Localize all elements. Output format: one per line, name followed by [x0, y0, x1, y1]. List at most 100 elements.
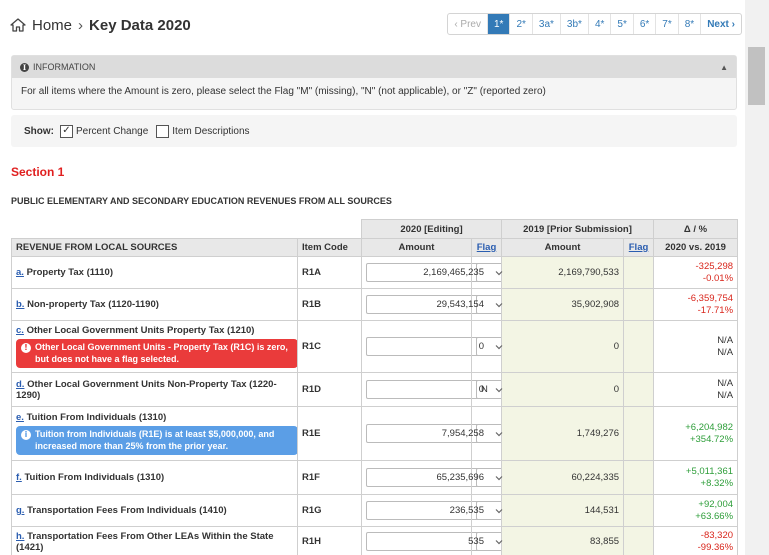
prior-flag: [623, 320, 655, 373]
item-name-cell: b. Non-property Tax (1120-1190): [11, 288, 298, 321]
percent-change-checkbox[interactable]: ✓: [60, 124, 73, 138]
delta-percent: N/A: [717, 346, 734, 358]
information-text: For all items where the Amount is zero, …: [21, 86, 546, 97]
pager-page-5[interactable]: 5*: [610, 14, 632, 34]
amount-cell: 236,535: [361, 494, 490, 527]
item-key-link[interactable]: c.: [16, 325, 24, 336]
prior-amount: 0: [501, 320, 625, 373]
pager-page-3a[interactable]: 3a*: [531, 14, 560, 34]
item-descriptions-label: Item Descriptions: [172, 125, 250, 137]
prior-flag: [623, 526, 655, 555]
pager-page-3b[interactable]: 3b*: [559, 14, 588, 34]
pager-page-4[interactable]: 4*: [587, 14, 610, 34]
delta-percent: +63.66%: [695, 510, 734, 522]
home-icon[interactable]: [10, 18, 26, 32]
item-key-link[interactable]: h.: [16, 531, 24, 542]
information-panel-header[interactable]: i INFORMATION ▲: [12, 56, 736, 78]
item-name-cell: e. Tuition From Individuals (1310) i Tui…: [11, 406, 298, 461]
prior-amount: 60,224,335: [501, 460, 625, 495]
group-header-current: 2020 [Editing]: [360, 219, 503, 239]
column-header-amount: Amount: [361, 238, 472, 257]
pager-page-2[interactable]: 2*: [509, 14, 531, 34]
item-code: R1D: [297, 372, 362, 407]
pager-page-8[interactable]: 8*: [677, 14, 700, 34]
prior-amount: 0: [501, 372, 625, 407]
pager-page-6[interactable]: 6*: [632, 14, 655, 34]
item-code: R1A: [297, 256, 362, 289]
breadcrumb-current: Key Data 2020: [89, 16, 191, 34]
show-options-bar: Show: ✓ Percent Change Item Descriptions: [11, 115, 737, 147]
scrollbar-thumb[interactable]: [748, 47, 765, 105]
item-name: Transportation Fees From Other LEAs With…: [16, 530, 274, 553]
prior-amount: 144,531: [501, 494, 625, 527]
item-key-link[interactable]: f.: [16, 472, 22, 483]
pagination: ‹ Prev 1* 2* 3a* 3b* 4* 5* 6* 7* 8* Next…: [447, 13, 742, 35]
column-header-flag[interactable]: Flag: [470, 238, 503, 257]
item-code: R1E: [297, 406, 362, 461]
item-key-link[interactable]: b.: [16, 299, 24, 310]
delta-cell: -6,359,754 -17.71%: [653, 288, 739, 321]
amount-cell: 2,169,465,235: [361, 256, 490, 289]
info-icon: i: [21, 430, 31, 441]
breadcrumb-separator: ›: [78, 16, 84, 34]
pager-next[interactable]: Next ›: [700, 14, 741, 34]
chevron-down-icon: [495, 539, 503, 544]
alert-text: Other Local Government Units - Property …: [35, 342, 288, 364]
chevron-down-icon: [495, 431, 503, 436]
pager-page-1[interactable]: 1*: [487, 14, 510, 34]
prior-flag: [623, 372, 655, 407]
group-header-prior: 2019 [Prior Submission]: [501, 219, 655, 239]
item-code: R1G: [297, 494, 362, 527]
item-code: R1B: [297, 288, 362, 321]
item-key-link[interactable]: a.: [16, 267, 24, 278]
breadcrumb-home[interactable]: Home: [32, 17, 72, 34]
prior-amount: 83,855: [501, 526, 625, 555]
percent-change-option[interactable]: ✓ Percent Change: [60, 124, 149, 138]
item-name: Non-property Tax (1120-1190): [27, 299, 159, 310]
delta-value: -83,320: [700, 529, 734, 541]
flag-cell: N: [470, 372, 507, 407]
pager-prev[interactable]: ‹ Prev: [448, 14, 487, 34]
error-alert: ! Other Local Government Units - Propert…: [16, 339, 298, 368]
show-label: Show:: [24, 125, 54, 137]
chevron-down-icon: [495, 508, 503, 513]
column-header-name: REVENUE FROM LOCAL SOURCES: [11, 238, 298, 257]
info-icon: i: [20, 62, 29, 72]
collapse-caret-icon[interactable]: ▲: [720, 63, 728, 72]
amount-cell: 0: [361, 372, 490, 407]
amount-cell: 7,954,258: [361, 406, 490, 461]
pager-page-7[interactable]: 7*: [655, 14, 677, 34]
item-key-link[interactable]: e.: [16, 412, 24, 423]
amount-cell: 535: [361, 526, 490, 555]
item-name: Other Local Government Units Property Ta…: [26, 325, 255, 337]
chevron-down-icon: [495, 475, 503, 480]
column-header-prior-amount: Amount: [501, 238, 625, 257]
delta-value: +5,011,361: [685, 465, 734, 477]
delta-value: N/A: [717, 377, 734, 389]
item-name-cell: c. Other Local Government Units Property…: [11, 320, 298, 373]
delta-percent: -99.36%: [697, 541, 734, 553]
chevron-down-icon: [495, 344, 503, 349]
table-row: h. Transportation Fees From Other LEAs W…: [11, 526, 739, 555]
item-code: R1C: [297, 320, 362, 373]
delta-cell: N/A N/A: [653, 320, 739, 373]
flag-value: N: [481, 384, 488, 395]
column-header-prior-flag[interactable]: Flag: [623, 238, 655, 257]
table-row: b. Non-property Tax (1120-1190) R1B 29,5…: [11, 288, 739, 321]
group-header-delta: Δ / %: [653, 219, 739, 239]
table-row: a. Property Tax (1110) R1A 2,169,465,235…: [11, 256, 739, 289]
delta-value: -325,298: [695, 260, 734, 272]
item-code: R1F: [297, 460, 362, 495]
item-key-link[interactable]: d.: [16, 379, 24, 390]
chevron-down-icon: [495, 302, 503, 307]
delta-cell: +6,204,982 +354.72%: [653, 406, 739, 461]
item-key-link[interactable]: g.: [16, 505, 24, 516]
percent-change-label: Percent Change: [76, 125, 149, 137]
item-descriptions-checkbox[interactable]: [156, 124, 170, 138]
table-row: d. Other Local Government Units Non-Prop…: [11, 372, 739, 407]
revenue-table: 2020 [Editing] 2019 [Prior Submission] Δ…: [11, 219, 739, 555]
table-row: c. Other Local Government Units Property…: [11, 320, 739, 373]
item-descriptions-option[interactable]: Item Descriptions: [156, 124, 250, 138]
information-panel: i INFORMATION ▲ For all items where the …: [11, 55, 737, 110]
delta-percent: +8.32%: [700, 477, 734, 489]
